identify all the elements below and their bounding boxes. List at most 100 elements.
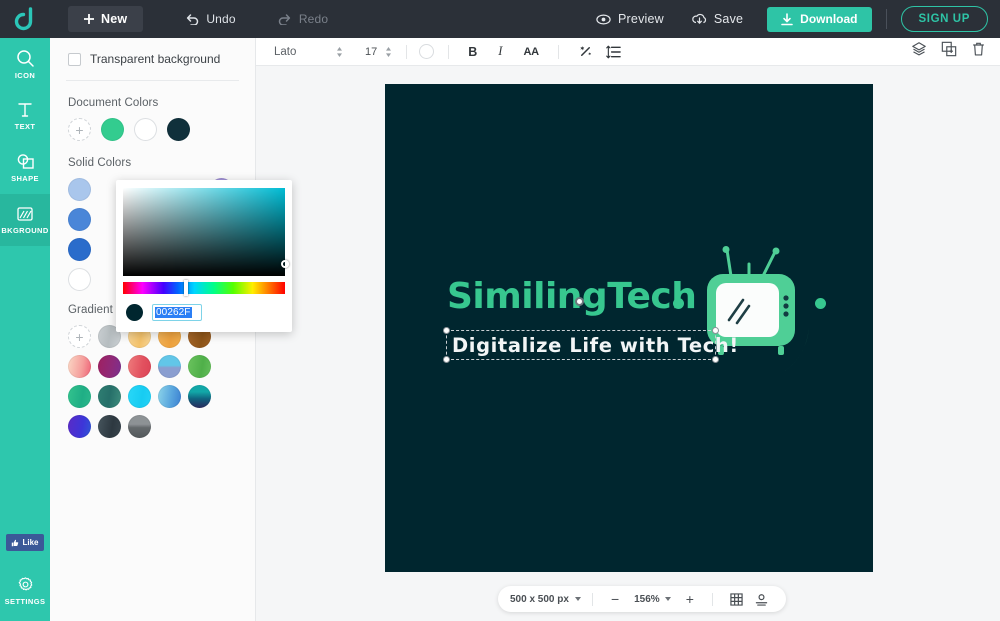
document-color-swatch[interactable] bbox=[101, 118, 124, 141]
transparent-background-row[interactable]: Transparent background bbox=[50, 38, 255, 80]
text-color-button[interactable] bbox=[419, 44, 435, 59]
logo-accent-dot-right bbox=[815, 298, 826, 309]
gradient-swatch[interactable] bbox=[98, 415, 121, 438]
solid-color-swatch[interactable] bbox=[68, 208, 91, 231]
color-picker-popover[interactable]: 00262F bbox=[116, 180, 292, 332]
current-color-preview bbox=[126, 304, 143, 321]
toolbar-divider bbox=[557, 44, 559, 59]
transparent-background-label: Transparent background bbox=[90, 52, 221, 66]
gradient-swatch[interactable] bbox=[128, 415, 151, 438]
add-gradient-color-button[interactable]: + bbox=[68, 325, 91, 348]
chevron-down-icon bbox=[574, 597, 581, 601]
statusbar-divider bbox=[591, 592, 593, 606]
zoom-out-button[interactable]: − bbox=[604, 592, 626, 606]
gradient-swatch[interactable] bbox=[188, 355, 211, 378]
saturation-cursor[interactable] bbox=[281, 260, 289, 268]
document-color-swatch[interactable] bbox=[167, 118, 190, 141]
gradient-swatch[interactable] bbox=[68, 355, 91, 378]
gradient-swatch[interactable] bbox=[188, 385, 211, 408]
design-editor-app: New Undo Redo Preview Save Download SIGN… bbox=[0, 0, 1000, 621]
saturation-value-area[interactable] bbox=[123, 188, 289, 276]
text-case-button[interactable]: AA bbox=[514, 38, 547, 66]
left-rail-bottom: Like SETTINGS bbox=[0, 534, 50, 621]
gradient-swatch[interactable] bbox=[128, 355, 151, 378]
save-button[interactable]: Save bbox=[678, 0, 757, 38]
resize-handle-bottom-right[interactable] bbox=[712, 356, 719, 363]
gradient-swatch[interactable] bbox=[158, 355, 181, 378]
add-document-color-button[interactable]: + bbox=[68, 118, 91, 141]
search-icon bbox=[16, 49, 35, 68]
sign-up-button[interactable]: SIGN UP bbox=[900, 6, 988, 32]
thumbs-up-icon bbox=[11, 539, 19, 547]
gradient-swatch[interactable] bbox=[158, 385, 181, 408]
gradient-swatch[interactable] bbox=[98, 385, 121, 408]
gradient-swatch[interactable] bbox=[98, 355, 121, 378]
preview-button[interactable]: Preview bbox=[582, 0, 678, 38]
new-button[interactable]: New bbox=[68, 6, 144, 32]
background-panel: Transparent background Document Colors +… bbox=[50, 38, 292, 621]
toolbar-divider bbox=[406, 44, 408, 59]
document-colors-swatches: + bbox=[50, 118, 256, 141]
line-spacing-icon[interactable] bbox=[602, 38, 630, 66]
font-family-select[interactable]: Lato bbox=[274, 46, 336, 58]
zoom-level-select[interactable]: 156% bbox=[634, 594, 671, 605]
font-family-stepper[interactable] bbox=[336, 46, 343, 57]
gradient-swatch[interactable] bbox=[68, 385, 91, 408]
document-colors-title: Document Colors bbox=[68, 97, 159, 109]
grid-icon[interactable] bbox=[724, 592, 749, 606]
resize-handle-bottom-left[interactable] bbox=[443, 356, 450, 363]
bold-button[interactable]: B bbox=[459, 38, 486, 66]
facebook-like-button[interactable]: Like bbox=[6, 534, 44, 551]
gradient-swatch[interactable] bbox=[68, 415, 91, 438]
left-tool-rail: ICON TEXT SHAPE BKGROUND Like SETTINGS bbox=[0, 38, 50, 621]
document-size-select[interactable]: 500 x 500 px bbox=[510, 594, 581, 605]
app-logo-icon[interactable] bbox=[0, 0, 50, 38]
zoom-in-button[interactable]: + bbox=[679, 592, 701, 606]
redo-button[interactable]: Redo bbox=[264, 0, 343, 38]
sidebar-item-text[interactable]: TEXT bbox=[0, 90, 50, 142]
fit-to-screen-icon[interactable] bbox=[749, 593, 774, 606]
toolbar-divider bbox=[885, 9, 887, 29]
resize-handle-top-left[interactable] bbox=[443, 327, 450, 334]
transparent-background-checkbox[interactable] bbox=[68, 52, 81, 66]
rotate-handle[interactable] bbox=[575, 297, 584, 306]
redo-icon bbox=[278, 13, 292, 25]
font-size-input[interactable]: 17 bbox=[365, 46, 377, 58]
design-canvas[interactable]: SimilingTech Digitalize Life with Tech! bbox=[385, 84, 873, 572]
gradient-colors-swatches: + bbox=[50, 325, 240, 438]
trash-icon[interactable] bbox=[971, 41, 986, 62]
document-color-swatch[interactable] bbox=[134, 118, 157, 141]
download-button-label: Download bbox=[800, 12, 858, 26]
resize-handle-top-right[interactable] bbox=[712, 327, 719, 334]
preview-button-label: Preview bbox=[618, 12, 664, 26]
logo-title-text[interactable]: SimilingTech bbox=[447, 276, 697, 317]
selection-bounding-box[interactable] bbox=[443, 297, 719, 363]
duplicate-icon[interactable] bbox=[941, 41, 957, 62]
canvas-stage[interactable]: SimilingTech Digitalize Life with Tech! bbox=[256, 66, 1000, 621]
shape-icon bbox=[16, 153, 35, 171]
sidebar-item-icon[interactable]: ICON bbox=[0, 38, 50, 90]
hue-slider[interactable] bbox=[123, 282, 285, 294]
gradient-swatch[interactable] bbox=[128, 385, 151, 408]
logo-artboard-group[interactable]: SimilingTech Digitalize Life with Tech! bbox=[435, 246, 835, 384]
download-button[interactable]: Download bbox=[767, 6, 872, 32]
hex-input[interactable]: 00262F bbox=[152, 304, 202, 321]
undo-button[interactable]: Undo bbox=[171, 0, 250, 38]
hue-slider-cursor[interactable] bbox=[184, 280, 188, 296]
sidebar-item-shape[interactable]: SHAPE bbox=[0, 142, 50, 194]
layers-icon[interactable] bbox=[911, 41, 927, 62]
solid-color-swatch[interactable] bbox=[68, 268, 91, 291]
zoom-level-label: 156% bbox=[634, 593, 660, 605]
download-icon bbox=[781, 12, 793, 26]
canvas-status-bar: 500 x 500 px − 156% + bbox=[498, 586, 786, 612]
magic-wand-icon[interactable] bbox=[569, 38, 602, 66]
sidebar-item-background[interactable]: BKGROUND bbox=[0, 194, 50, 246]
sidebar-item-background-label: BKGROUND bbox=[1, 226, 49, 235]
italic-button[interactable]: I bbox=[486, 38, 514, 66]
sidebar-item-settings[interactable]: SETTINGS bbox=[0, 569, 50, 621]
font-size-stepper[interactable] bbox=[385, 46, 392, 57]
solid-color-swatch[interactable] bbox=[68, 178, 91, 201]
top-toolbar: New Undo Redo Preview Save Download SIGN… bbox=[0, 0, 1000, 38]
sign-up-button-label: SIGN UP bbox=[918, 13, 970, 25]
solid-color-swatch[interactable] bbox=[68, 238, 91, 261]
